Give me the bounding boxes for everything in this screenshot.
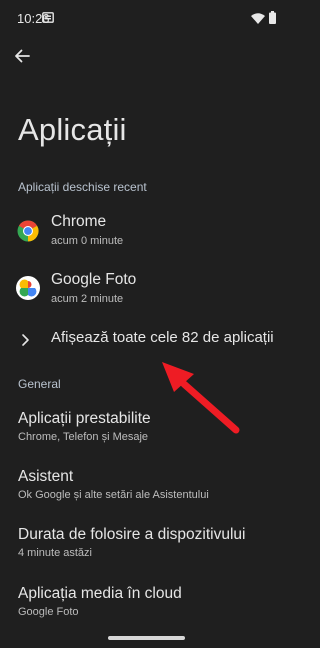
setting-title: Aplicația media în cloud (18, 585, 182, 602)
setting-title: Asistent (18, 468, 74, 485)
sim-card-icon (42, 12, 54, 23)
chevron-right-icon (22, 334, 29, 346)
show-all-apps-label: Afișează toate cele 82 de aplicații (51, 329, 274, 346)
status-bar: 10:26 (0, 0, 292, 36)
annotation-arrow-icon (162, 362, 240, 434)
back-button[interactable] (10, 44, 34, 68)
google-photos-icon (16, 276, 40, 300)
setting-screen-time[interactable]: Durata de folosire a dispozitivului 4 mi… (0, 521, 292, 569)
setting-title: Aplicații prestabilite (18, 410, 151, 427)
recent-app-chrome[interactable]: Chrome acum 0 minute (0, 206, 292, 256)
setting-title: Durata de folosire a dispozitivului (18, 526, 246, 543)
setting-assistant[interactable]: Asistent Ok Google și alte setări ale As… (0, 463, 292, 511)
app-last-used: acum 2 minute (51, 293, 124, 305)
home-gesture-bar[interactable] (108, 636, 185, 640)
scroll-fade (0, 612, 292, 648)
wifi-icon (251, 13, 265, 24)
battery-icon (269, 11, 276, 24)
recent-app-google-foto[interactable]: Google Foto acum 2 minute (0, 264, 292, 314)
setting-subtitle: Chrome, Telefon și Mesaje (18, 431, 149, 443)
section-heading-recent: Aplicații deschise recent (18, 180, 147, 194)
setting-subtitle: Ok Google și alte setări ale Asistentulu… (18, 489, 209, 501)
arrow-left-icon (15, 49, 30, 63)
section-heading-general: General (18, 377, 61, 391)
app-last-used: acum 0 minute (51, 235, 124, 247)
page-title: Aplicații (18, 112, 127, 147)
app-name: Chrome (51, 213, 107, 230)
app-name: Google Foto (51, 271, 137, 288)
chrome-icon (17, 220, 39, 242)
setting-subtitle: 4 minute astăzi (18, 547, 92, 559)
